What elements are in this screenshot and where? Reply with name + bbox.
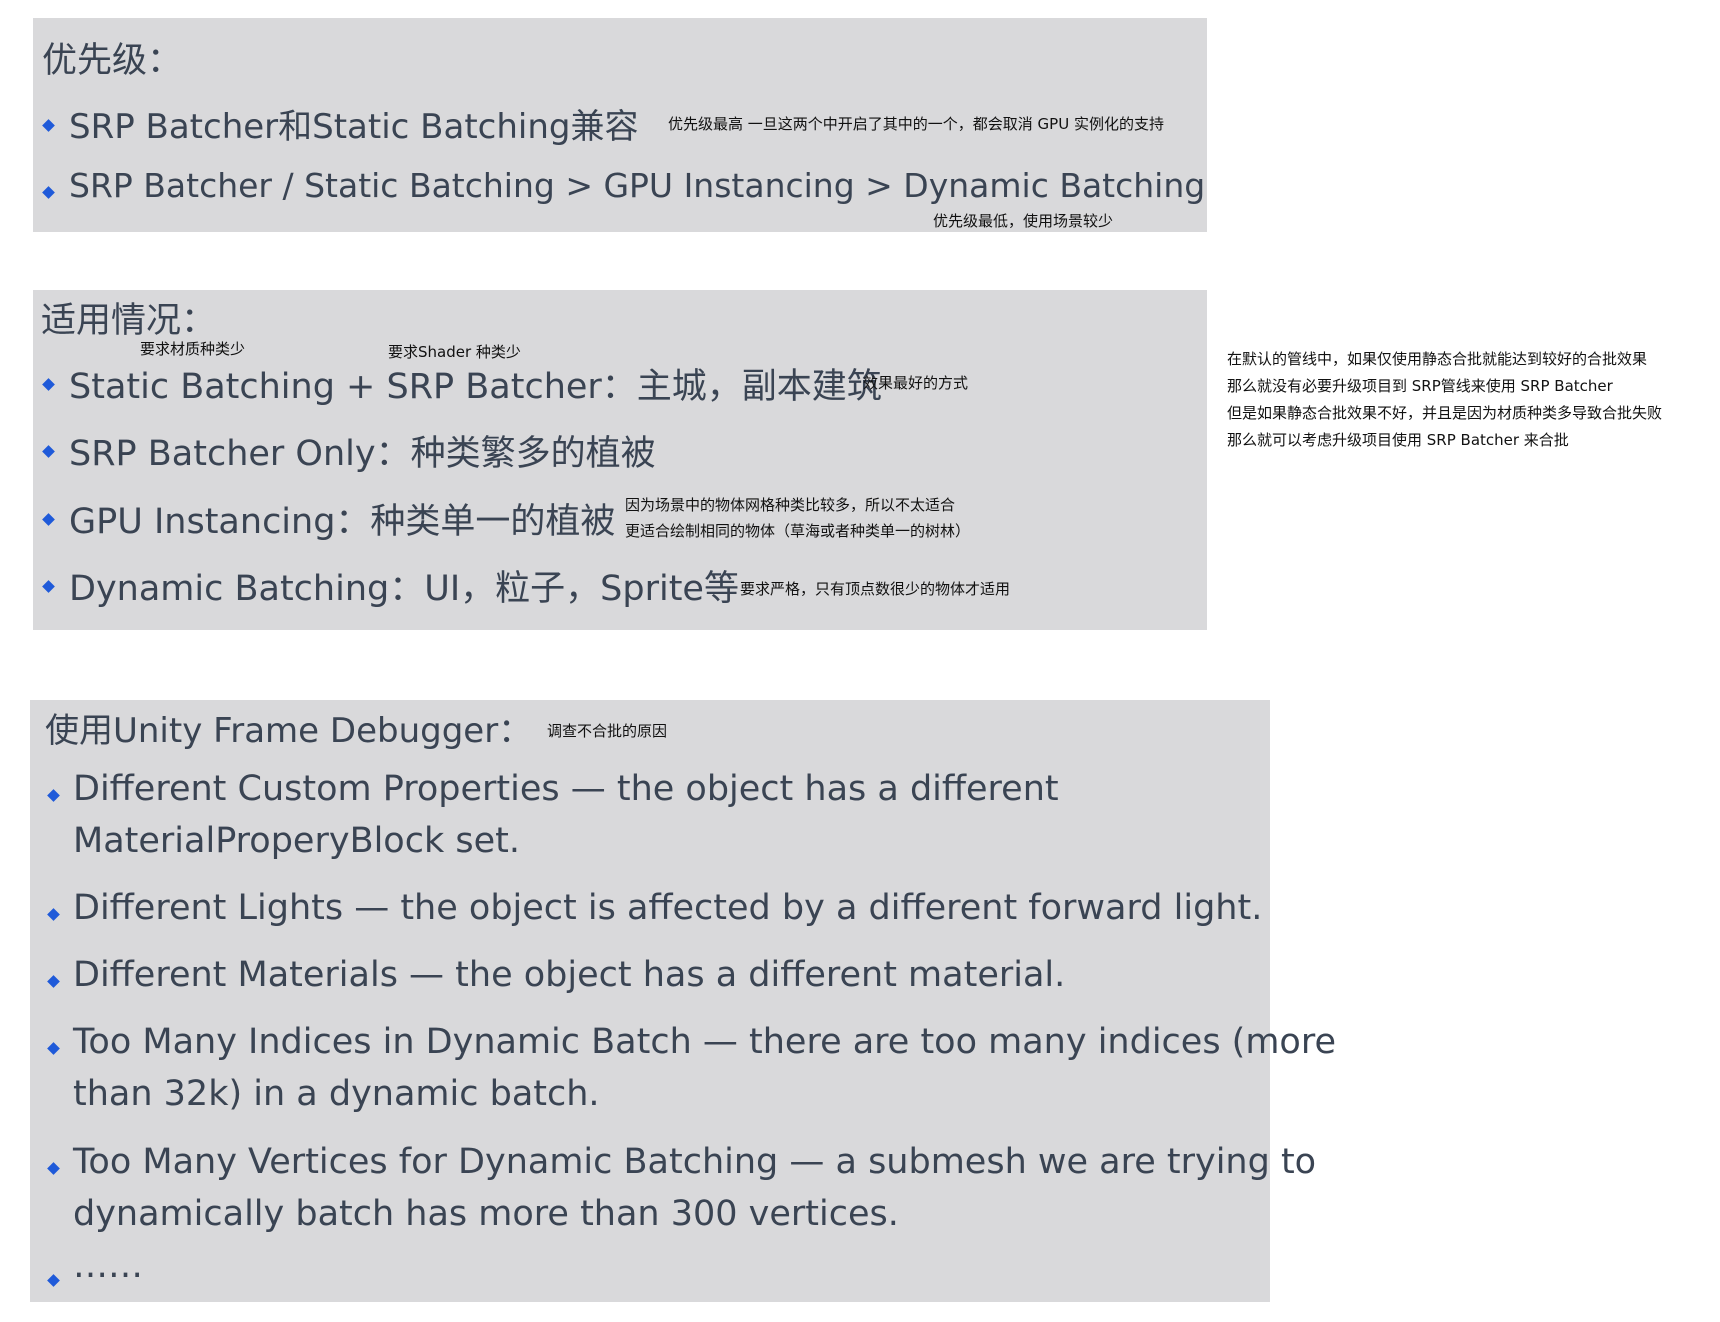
debugger-item-4-line-2: than 32k) in a dynamic batch.: [73, 1074, 600, 1114]
side-note-line-1: 在默认的管线中，如果仅使用静态合批就能达到较好的合批效果: [1227, 350, 1648, 368]
usage-item-1-note: 效果最好的方式: [863, 374, 969, 392]
bullet-icon: [42, 513, 55, 526]
usage-item-4-note: 要求严格，只有顶点数很少的物体才适用: [740, 580, 1011, 598]
usage-item-3-note-2: 更适合绘制相同的物体（草海或者种类单一的树林）: [625, 522, 971, 540]
priority-item-1-note: 优先级最高 一旦这两个中开启了其中的一个，都会取消 GPU 实例化的支持: [668, 115, 1164, 133]
priority-item-2: SRP Batcher / Static Batching > GPU Inst…: [69, 166, 1206, 205]
debugger-item-6: ……: [73, 1246, 143, 1286]
debugger-title-note: 调查不合批的原因: [547, 722, 668, 740]
debugger-item-2: Different Lights — the object is affecte…: [73, 888, 1263, 928]
bullet-icon: [47, 1274, 60, 1287]
bullet-icon: [47, 975, 60, 988]
usage-item-3-note-1: 因为场景中的物体网格种类比较多，所以不太适合: [625, 496, 956, 514]
debugger-item-1-line-2: MaterialProperyBlock set.: [73, 821, 520, 861]
debugger-item-3: Different Materials — the object has a d…: [73, 955, 1066, 995]
debugger-item-4-line-1: Too Many Indices in Dynamic Batch — ther…: [73, 1022, 1336, 1062]
bullet-icon: [42, 580, 55, 593]
bullet-icon: [42, 445, 55, 458]
bullet-icon: [42, 119, 55, 132]
priority-panel: 优先级： SRP Batcher和Static Batching兼容 优先级最高…: [33, 18, 1207, 232]
bullet-icon: [47, 908, 60, 921]
usage-note-static: 要求材质种类少: [140, 340, 246, 358]
usage-panel: 适用情况： 要求材质种类少 要求Shader 种类少 Static Batchi…: [33, 290, 1207, 630]
side-note-line-3: 但是如果静态合批效果不好，并且是因为材质种类多导致合批失败: [1227, 404, 1663, 422]
priority-title: 优先级：: [42, 41, 183, 81]
debugger-title: 使用Unity Frame Debugger：: [45, 711, 533, 751]
priority-item-2-note: 优先级最低，使用场景较少: [933, 212, 1114, 230]
debugger-item-5-line-2: dynamically batch has more than 300 vert…: [73, 1194, 899, 1234]
debugger-item-5-line-1: Too Many Vertices for Dynamic Batching —…: [73, 1142, 1317, 1182]
side-note-line-2: 那么就没有必要升级项目到 SRP管线来使用 SRP Batcher: [1227, 377, 1613, 395]
usage-title: 适用情况：: [41, 301, 217, 341]
usage-item-3: GPU Instancing：种类单一的植被: [69, 502, 616, 542]
priority-item-1: SRP Batcher和Static Batching兼容: [69, 107, 639, 147]
usage-item-1: Static Batching + SRP Batcher：主城，副本建筑: [69, 367, 882, 407]
usage-item-2: SRP Batcher Only：种类繁多的植被: [69, 434, 656, 474]
usage-item-4: Dynamic Batching：UI，粒子，Sprite等: [69, 569, 739, 609]
debugger-item-1-line-1: Different Custom Properties — the object…: [73, 769, 1059, 809]
side-note-line-4: 那么就可以考虑升级项目使用 SRP Batcher 来合批: [1227, 431, 1569, 449]
debugger-panel: 使用Unity Frame Debugger： 调查不合批的原因 Differe…: [30, 700, 1336, 1302]
bullet-icon: [47, 1042, 60, 1055]
bullet-icon: [47, 789, 60, 802]
bullet-icon: [47, 1162, 60, 1175]
bullet-icon: [42, 186, 55, 199]
bullet-icon: [42, 378, 55, 391]
